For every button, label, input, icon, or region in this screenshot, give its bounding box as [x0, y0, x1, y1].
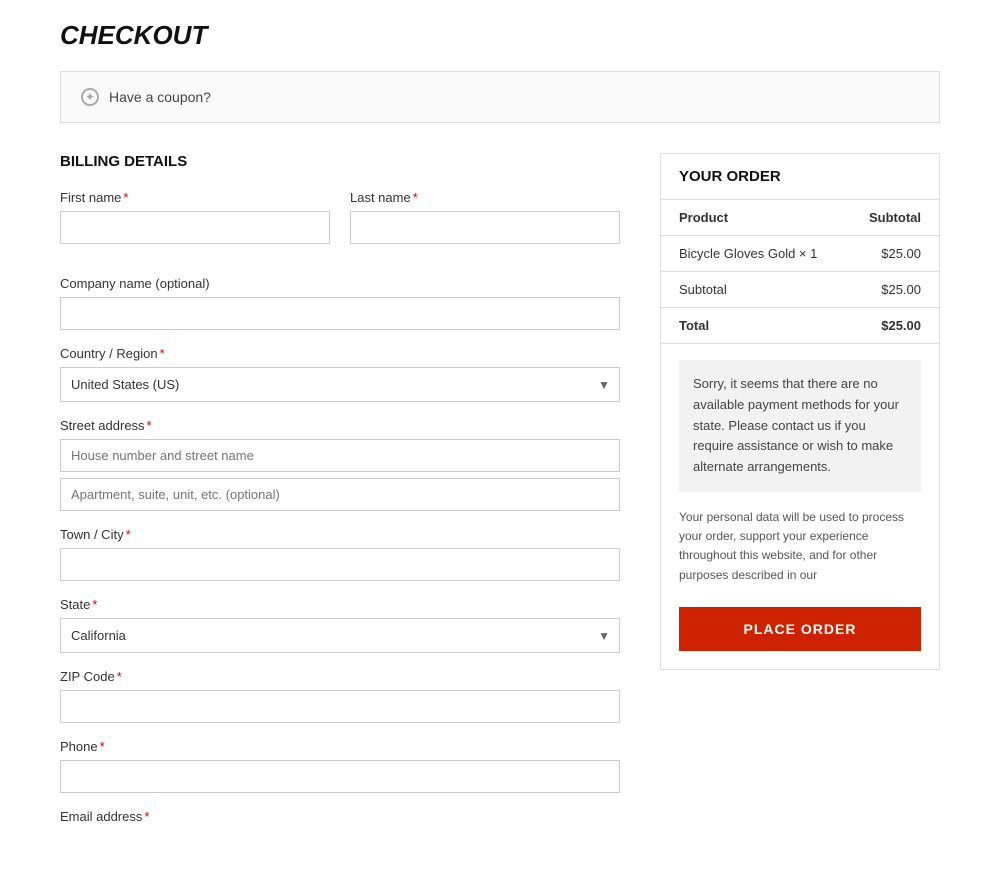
- city-label: Town / City*: [60, 527, 620, 542]
- order-item-row: Bicycle Gloves Gold × 1 $25.00: [661, 236, 939, 272]
- total-value: $25.00: [846, 308, 939, 344]
- last-name-input[interactable]: [350, 211, 620, 244]
- country-group: Country / Region* United States (US) ▼: [60, 346, 620, 402]
- order-box: YOUR ORDER Product Subtotal Bicycle Glov…: [660, 153, 940, 670]
- total-label: Total: [661, 308, 846, 344]
- street-input[interactable]: [60, 439, 620, 472]
- phone-input[interactable]: [60, 760, 620, 793]
- zip-input[interactable]: [60, 690, 620, 723]
- street-label: Street address*: [60, 418, 620, 433]
- company-label: Company name (optional): [60, 276, 620, 291]
- billing-title: BILLING DETAILS: [60, 153, 620, 170]
- coupon-bar[interactable]: ✦ Have a coupon?: [60, 71, 940, 123]
- city-group: Town / City*: [60, 527, 620, 581]
- place-order-button[interactable]: PLACE ORDER: [679, 607, 921, 651]
- col-subtotal: Subtotal: [846, 200, 939, 236]
- company-group: Company name (optional): [60, 276, 620, 330]
- last-name-group: Last name*: [350, 190, 620, 244]
- state-select[interactable]: California: [60, 618, 620, 653]
- zip-group: ZIP Code*: [60, 669, 620, 723]
- phone-group: Phone*: [60, 739, 620, 793]
- city-input[interactable]: [60, 548, 620, 581]
- state-label: State*: [60, 597, 620, 612]
- item-name: Bicycle Gloves Gold × 1: [661, 236, 846, 272]
- page-title: CHECKOUT: [60, 20, 940, 51]
- billing-section: BILLING DETAILS First name* Last name* C…: [60, 153, 620, 846]
- tag-icon: ✦: [81, 88, 99, 106]
- subtotal-value: $25.00: [846, 272, 939, 308]
- zip-label: ZIP Code*: [60, 669, 620, 684]
- coupon-text: Have a coupon?: [109, 89, 211, 105]
- email-group: Email address*: [60, 809, 620, 830]
- country-select[interactable]: United States (US): [60, 367, 620, 402]
- first-name-label: First name*: [60, 190, 330, 205]
- first-name-group: First name*: [60, 190, 330, 244]
- col-product: Product: [661, 200, 846, 236]
- subtotal-label: Subtotal: [661, 272, 846, 308]
- order-table: Product Subtotal Bicycle Gloves Gold × 1…: [661, 200, 939, 344]
- order-section: YOUR ORDER Product Subtotal Bicycle Glov…: [660, 153, 940, 670]
- payment-notice: Sorry, it seems that there are no availa…: [679, 360, 921, 492]
- state-group: State* California ▼: [60, 597, 620, 653]
- first-name-input[interactable]: [60, 211, 330, 244]
- privacy-text: Your personal data will be used to proce…: [661, 508, 939, 599]
- email-label: Email address*: [60, 809, 620, 824]
- item-price: $25.00: [846, 236, 939, 272]
- phone-label: Phone*: [60, 739, 620, 754]
- apt-input[interactable]: [60, 478, 620, 511]
- country-label: Country / Region*: [60, 346, 620, 361]
- last-name-label: Last name*: [350, 190, 620, 205]
- street-group: Street address*: [60, 418, 620, 511]
- order-title: YOUR ORDER: [661, 154, 939, 200]
- company-input[interactable]: [60, 297, 620, 330]
